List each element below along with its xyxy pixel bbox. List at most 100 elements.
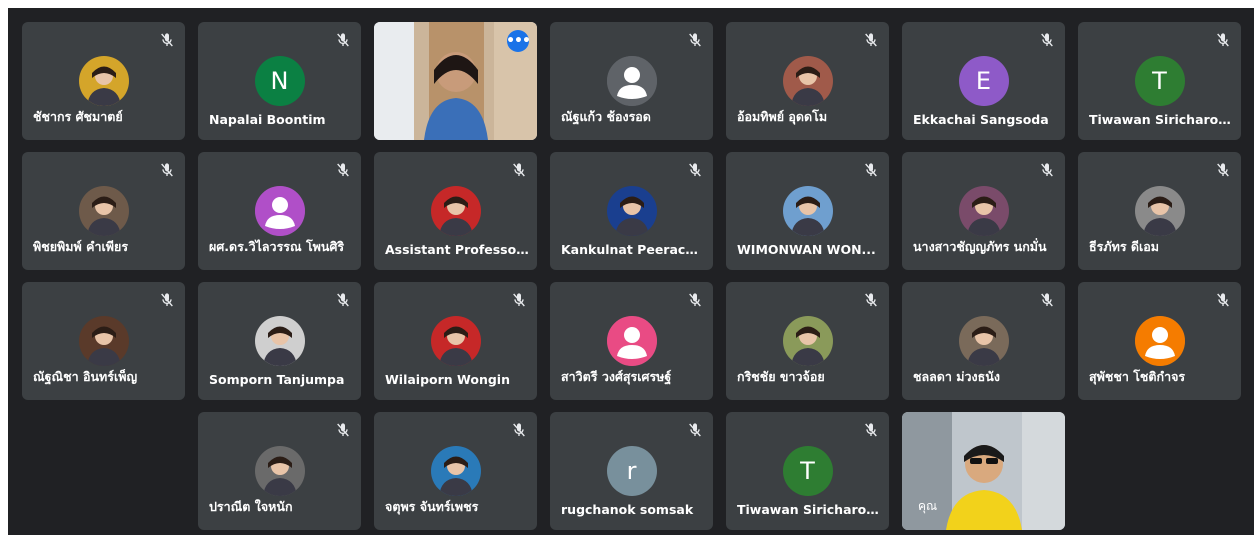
participant-name: พิชยพิมพ์ คำเพียร	[33, 239, 129, 254]
participant-name: สาวิตรี วงศ์สุรเศรษฐ์	[561, 369, 672, 384]
self-tile[interactable]: คุณ	[902, 412, 1065, 530]
participant-name: WIMONWAN WON...	[737, 242, 876, 257]
participant-tile[interactable]: •••	[374, 22, 537, 140]
participant-name: นางสาวชัญญภัทร นกมั่น	[913, 239, 1047, 254]
participant-tile[interactable]: T Tiwawan Siricharoe...	[1078, 22, 1241, 140]
participant-name: Kankulnat Peeracha...	[561, 242, 705, 257]
mic-off-icon	[863, 32, 879, 48]
participant-tile[interactable]: สาวิตรี วงศ์สุรเศรษฐ์	[550, 282, 713, 400]
participant-name: Somporn Tanjumpa	[209, 372, 345, 387]
avatar-initial: E	[958, 56, 1009, 106]
participant-name: อ้อมทิพย์ อุดดโม	[737, 109, 828, 124]
mic-off-icon	[335, 422, 351, 438]
participant-tile[interactable]: N Napalai Boontim	[198, 22, 361, 140]
participant-grid: ชัชากร ศัชมาตย์ N Napalai Boontim ••• ณัฐแก้…	[22, 22, 1241, 530]
empty-slot	[22, 412, 185, 530]
avatar-photo	[1134, 186, 1185, 236]
more-options-icon[interactable]: •••	[506, 30, 531, 52]
participant-tile[interactable]: สุพัชชา โชติกำจร	[1078, 282, 1241, 400]
participant-name: จตุพร จันทร์เพชร	[385, 499, 479, 514]
participant-tile[interactable]: ณัฐแก้ว ช้องรอด	[550, 22, 713, 140]
avatar-photo	[430, 446, 481, 496]
avatar-photo	[958, 316, 1009, 366]
avatar-initial: N	[254, 56, 305, 106]
participant-name: ชลลดา ม่วงธนัง	[913, 369, 1000, 384]
mic-off-icon	[687, 162, 703, 178]
participant-name: Assistant Professor ...	[385, 242, 529, 257]
participant-tile[interactable]: ณัฐณิชา อินทร์เพ็ญ	[22, 282, 185, 400]
avatar-photo	[430, 316, 481, 366]
mic-off-icon	[1215, 32, 1231, 48]
participant-tile[interactable]: r rugchanok somsak	[550, 412, 713, 530]
participant-name: ณัฐณิชา อินทร์เพ็ญ	[33, 369, 138, 384]
default-avatar-icon	[1134, 316, 1185, 366]
avatar-photo	[606, 186, 657, 236]
participant-tile[interactable]: Somporn Tanjumpa	[198, 282, 361, 400]
mic-off-icon	[863, 422, 879, 438]
participant-name: Tiwawan Siricharoe...	[737, 502, 881, 517]
participant-name: rugchanok somsak	[561, 502, 694, 517]
participant-name: ชัชากร ศัชมาตย์	[33, 109, 123, 124]
participant-tile[interactable]: T Tiwawan Siricharoe...	[726, 412, 889, 530]
avatar-initial: T	[1134, 56, 1185, 106]
mic-off-icon	[687, 32, 703, 48]
participant-tile[interactable]: จตุพร จันทร์เพชร	[374, 412, 537, 530]
participant-tile[interactable]: Kankulnat Peeracha...	[550, 152, 713, 270]
participant-name: ปราณีต ใจหนัก	[209, 499, 293, 514]
participant-name: Napalai Boontim	[209, 112, 326, 127]
participant-name: ณัฐแก้ว ช้องรอด	[561, 109, 651, 124]
mic-off-icon	[159, 162, 175, 178]
mic-off-icon	[511, 162, 527, 178]
participant-name: ผศ.ดร.วิไลวรรณ โพนศิริ	[209, 239, 345, 254]
mic-off-icon	[863, 292, 879, 308]
participant-tile[interactable]: อ้อมทิพย์ อุดดโม	[726, 22, 889, 140]
avatar-photo	[782, 56, 833, 106]
participant-tile[interactable]: Assistant Professor ...	[374, 152, 537, 270]
avatar-photo	[430, 186, 481, 236]
participant-tile[interactable]: ชัชากร ศัชมาตย์	[22, 22, 185, 140]
mic-off-icon	[159, 32, 175, 48]
avatar-photo	[78, 316, 129, 366]
mic-off-icon	[511, 292, 527, 308]
participant-tile[interactable]: ปราณีต ใจหนัก	[198, 412, 361, 530]
avatar-photo	[254, 316, 305, 366]
default-avatar-icon	[606, 316, 657, 366]
participant-name: Tiwawan Siricharoe...	[1089, 112, 1233, 127]
default-avatar-icon	[606, 56, 657, 106]
mic-off-icon	[511, 422, 527, 438]
participant-tile[interactable]: Wilaiporn Wongin	[374, 282, 537, 400]
mic-off-icon	[1039, 292, 1055, 308]
avatar-initial: r	[606, 446, 657, 496]
avatar-photo	[78, 56, 129, 106]
mic-off-icon	[335, 162, 351, 178]
mic-off-icon	[687, 422, 703, 438]
mic-off-icon	[863, 162, 879, 178]
participant-tile[interactable]: ธีรภัทร ดีเอม	[1078, 152, 1241, 270]
participant-tile[interactable]: นางสาวชัญญภัทร นกมั่น	[902, 152, 1065, 270]
participant-name: กริชชัย ขาวจ้อย	[737, 369, 825, 384]
participant-tile[interactable]: กริชชัย ขาวจ้อย	[726, 282, 889, 400]
mic-off-icon	[1215, 162, 1231, 178]
avatar-photo	[254, 446, 305, 496]
default-avatar-icon	[254, 186, 305, 236]
participant-tile[interactable]: E Ekkachai Sangsoda	[902, 22, 1065, 140]
mic-off-icon	[335, 292, 351, 308]
meeting-stage: ชัชากร ศัชมาตย์ N Napalai Boontim ••• ณัฐแก้…	[8, 8, 1254, 535]
participant-tile[interactable]: ชลลดา ม่วงธนัง	[902, 282, 1065, 400]
avatar-initial: T	[782, 446, 833, 496]
self-name-label: คุณ	[918, 499, 938, 513]
mic-off-icon	[159, 292, 175, 308]
avatar-photo	[958, 186, 1009, 236]
participant-tile[interactable]: ผศ.ดร.วิไลวรรณ โพนศิริ	[198, 152, 361, 270]
mic-off-icon	[687, 292, 703, 308]
mic-off-icon	[1039, 162, 1055, 178]
participant-tile[interactable]: พิชยพิมพ์ คำเพียร	[22, 152, 185, 270]
participant-tile[interactable]: WIMONWAN WON...	[726, 152, 889, 270]
avatar-photo	[78, 186, 129, 236]
participant-name: Ekkachai Sangsoda	[913, 112, 1049, 127]
mic-off-icon	[1215, 292, 1231, 308]
participant-name: สุพัชชา โชติกำจร	[1089, 369, 1186, 384]
mic-off-icon	[1039, 32, 1055, 48]
avatar-photo	[782, 186, 833, 236]
mic-off-icon	[335, 32, 351, 48]
